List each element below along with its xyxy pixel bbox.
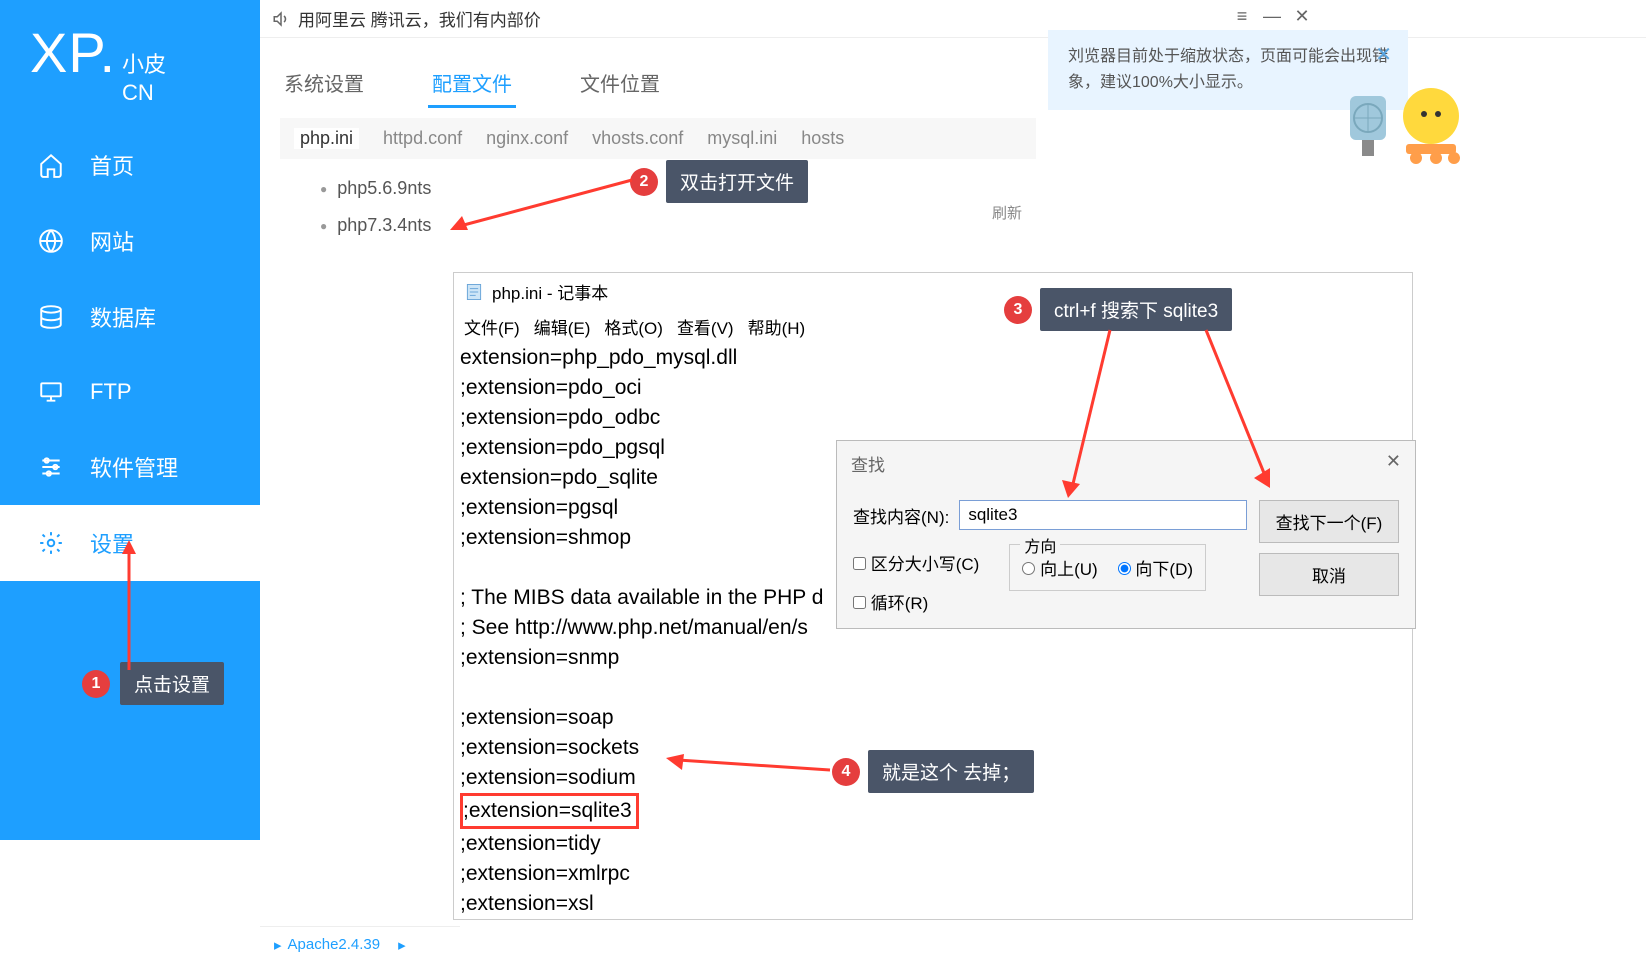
refresh-button[interactable]: 刷新 (992, 202, 1022, 223)
database-icon (36, 302, 66, 332)
topbar: 用阿里云 腾讯云，我们有内部价 ≡ — ✕ (260, 0, 1646, 38)
find-label: 查找内容(N): (853, 503, 949, 528)
find-input[interactable] (959, 500, 1247, 530)
menu-edit[interactable]: 编辑(E) (534, 314, 591, 339)
subtab-phpini[interactable]: php.ini (294, 128, 359, 149)
nav-ftp[interactable]: FTP (0, 355, 260, 429)
direction-legend: 方向 (1020, 533, 1060, 557)
subtab-nginx[interactable]: nginx.conf (486, 128, 568, 149)
direction-group: 方向 向上(U) 向下(D) (1009, 544, 1206, 591)
service-indicator[interactable]: Apache2.4.39 (260, 926, 460, 962)
menu-format[interactable]: 格式(O) (604, 314, 663, 339)
close-icon[interactable]: ✕ (1386, 451, 1401, 476)
find-dialog: 查找 ✕ 查找内容(N): 区分大小写(C) 循环(R) 方向 向上(U) 向下… (836, 440, 1416, 629)
subtab-mysql[interactable]: mysql.ini (707, 128, 777, 149)
close-icon[interactable]: ✕ (1292, 6, 1312, 27)
speaker-icon (272, 10, 290, 28)
nav-label: FTP (90, 379, 132, 405)
callout-2: 双击打开文件 (666, 160, 808, 203)
menu-view[interactable]: 查看(V) (677, 314, 734, 339)
cancel-button[interactable]: 取消 (1259, 553, 1399, 596)
badge-4: 4 (832, 758, 860, 786)
subtab-vhosts[interactable]: vhosts.conf (592, 128, 683, 149)
notepad-titlebar: php.ini - 记事本 (454, 273, 1412, 310)
case-checkbox[interactable]: 区分大小写(C) (853, 550, 979, 575)
menu-help[interactable]: 帮助(H) (748, 314, 806, 339)
badge-1: 1 (82, 670, 110, 698)
gear-icon (36, 528, 66, 558)
arrow-4 (664, 754, 834, 784)
window-controls: ≡ — ✕ (1232, 6, 1322, 27)
find-next-button[interactable]: 查找下一个(F) (1259, 500, 1399, 543)
notepad-icon (464, 282, 484, 302)
logo-sub-1: 小皮 (122, 51, 166, 79)
arrow-3b (1200, 328, 1280, 488)
nav-software[interactable]: 软件管理 (0, 429, 260, 505)
nav-home[interactable]: 首页 (0, 127, 260, 203)
config-subtabs: php.ini httpd.conf nginx.conf vhosts.con… (280, 118, 1036, 159)
loop-checkbox[interactable]: 循环(R) (853, 589, 979, 614)
minimize-icon[interactable]: — (1262, 6, 1282, 27)
arrow-1 (114, 540, 144, 670)
subtab-hosts[interactable]: hosts (801, 128, 844, 149)
monitor-icon (36, 377, 66, 407)
notepad-title-text: php.ini - 记事本 (492, 279, 608, 304)
nav-database[interactable]: 数据库 (0, 279, 260, 355)
highlighted-line: ;extension=sqlite3 (460, 793, 639, 829)
sidebar: XP. 小皮 CN 首页 网站 数据库 FTP 软件管理 设置 (0, 0, 260, 840)
find-title-text: 查找 (851, 451, 885, 476)
tab-config[interactable]: 配置文件 (428, 60, 516, 108)
php-version-item[interactable]: php7.3.4nts (300, 207, 451, 244)
home-icon (36, 150, 66, 180)
badge-3: 3 (1004, 296, 1032, 324)
radio-down[interactable]: 向下(D) (1118, 555, 1193, 580)
menu-icon[interactable]: ≡ (1232, 6, 1252, 27)
arrow-3a (1060, 328, 1120, 498)
menu-file[interactable]: 文件(F) (464, 314, 520, 339)
arrow-2 (446, 170, 636, 240)
tab-location[interactable]: 文件位置 (576, 60, 664, 108)
globe-icon (36, 226, 66, 256)
php-version-item[interactable]: php5.6.9nts (300, 170, 451, 207)
logo-sub-2: CN (122, 79, 166, 107)
php-version-list: php5.6.9nts php7.3.4nts (300, 170, 451, 244)
nav-label: 数据库 (90, 301, 156, 333)
callout-3: ctrl+f 搜索下 sqlite3 (1040, 288, 1232, 331)
nav-label: 首页 (90, 149, 134, 181)
nav-label: 软件管理 (90, 451, 178, 483)
callout-4: 就是这个 去掉； (868, 750, 1034, 793)
cartoon-illustration (1336, 66, 1466, 176)
logo: XP. 小皮 CN (0, 0, 260, 127)
service-name: Apache2.4.39 (288, 936, 381, 953)
logo-brand: XP. (30, 20, 116, 85)
radio-up[interactable]: 向上(U) (1022, 555, 1097, 580)
nav-website[interactable]: 网站 (0, 203, 260, 279)
subtab-httpd[interactable]: httpd.conf (383, 128, 462, 149)
close-icon[interactable]: ✕ (1375, 42, 1392, 68)
nav-label: 网站 (90, 225, 134, 257)
sliders-icon (36, 452, 66, 482)
tab-system[interactable]: 系统设置 (280, 60, 368, 108)
announcement-text: 用阿里云 腾讯云，我们有内部价 (298, 6, 541, 31)
settings-tabs: 系统设置 配置文件 文件位置 (280, 60, 664, 108)
